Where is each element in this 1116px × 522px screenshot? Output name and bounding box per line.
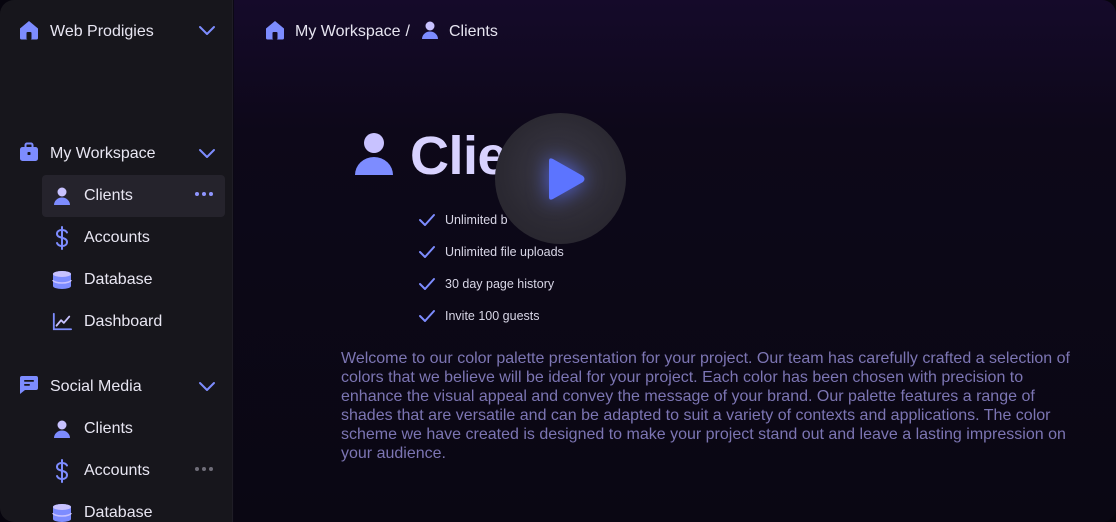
list-item: Invite 100 guests	[418, 300, 564, 332]
breadcrumb-page[interactable]: Clients	[449, 23, 498, 41]
sidebar-item-accounts[interactable]: Accounts	[42, 450, 225, 492]
sidebar-item-label: Dashboard	[84, 313, 163, 330]
sidebar-group-label: Social Media	[50, 378, 142, 395]
check-icon	[419, 214, 435, 226]
breadcrumb-separator: /	[405, 23, 410, 40]
briefcase-icon	[18, 141, 40, 168]
main-content: My Workspace / Clients Clie Unlimited b …	[234, 0, 1116, 522]
sidebar-item-label: Database	[84, 504, 153, 521]
sidebar-item-label: Accounts	[84, 462, 150, 479]
feature-text: Invite 100 guests	[445, 309, 540, 323]
user-icon	[420, 20, 440, 45]
sidebar: Web Prodigies My Workspace Clients Accou…	[0, 0, 233, 522]
sidebar-item-database[interactable]: Database	[42, 492, 225, 522]
user-icon	[354, 132, 394, 181]
database-icon	[52, 270, 72, 290]
feature-text: Unlimited file uploads	[445, 245, 564, 259]
description-text: Welcome to our color palette presentatio…	[341, 350, 1070, 462]
more-options-icon[interactable]	[195, 467, 213, 473]
play-button[interactable]	[495, 113, 626, 244]
sidebar-item-clients[interactable]: Clients	[42, 408, 225, 450]
check-icon	[419, 310, 435, 322]
dollar-icon	[52, 226, 72, 250]
workspace-switcher-label: Web Prodigies	[50, 23, 154, 40]
sidebar-item-dashboard[interactable]: Dashboard	[42, 301, 225, 343]
list-item: 30 day page history	[418, 268, 564, 300]
breadcrumb: My Workspace / Clients	[264, 18, 498, 46]
dollar-icon	[52, 459, 72, 483]
database-icon	[52, 503, 72, 522]
chevron-down-icon[interactable]	[198, 147, 216, 161]
sidebar-item-accounts[interactable]: Accounts	[42, 217, 225, 259]
user-icon	[52, 186, 72, 206]
home-icon	[18, 19, 40, 46]
page-title: Clie	[354, 125, 508, 187]
sidebar-item-clients[interactable]: Clients	[42, 175, 225, 217]
home-icon[interactable]	[264, 19, 286, 46]
sidebar-group-my-workspace[interactable]: My Workspace	[18, 139, 218, 169]
app-window: Web Prodigies My Workspace Clients Accou…	[0, 0, 1116, 522]
sidebar-item-label: Accounts	[84, 229, 150, 246]
workspace-switcher[interactable]: Web Prodigies	[18, 16, 218, 48]
sidebar-item-label: Database	[84, 271, 153, 288]
sidebar-group-label: My Workspace	[50, 145, 156, 162]
feature-text: 30 day page history	[445, 277, 555, 291]
feature-text: Unlimited b	[445, 213, 508, 227]
user-icon	[52, 419, 72, 439]
check-icon	[419, 278, 435, 290]
check-icon	[419, 246, 435, 258]
chevron-down-icon[interactable]	[198, 24, 216, 38]
chevron-down-icon[interactable]	[198, 380, 216, 394]
chart-icon	[52, 312, 72, 332]
sidebar-group-social-media[interactable]: Social Media	[18, 372, 218, 402]
more-options-icon[interactable]	[195, 192, 213, 198]
sidebar-item-label: Clients	[84, 420, 133, 437]
play-icon	[548, 157, 584, 200]
sidebar-item-label: Clients	[84, 187, 133, 204]
chat-icon	[18, 374, 40, 401]
page-title-text[interactable]: Clie	[410, 125, 508, 187]
sidebar-item-database[interactable]: Database	[42, 259, 225, 301]
breadcrumb-workspace[interactable]: My Workspace	[295, 23, 401, 41]
